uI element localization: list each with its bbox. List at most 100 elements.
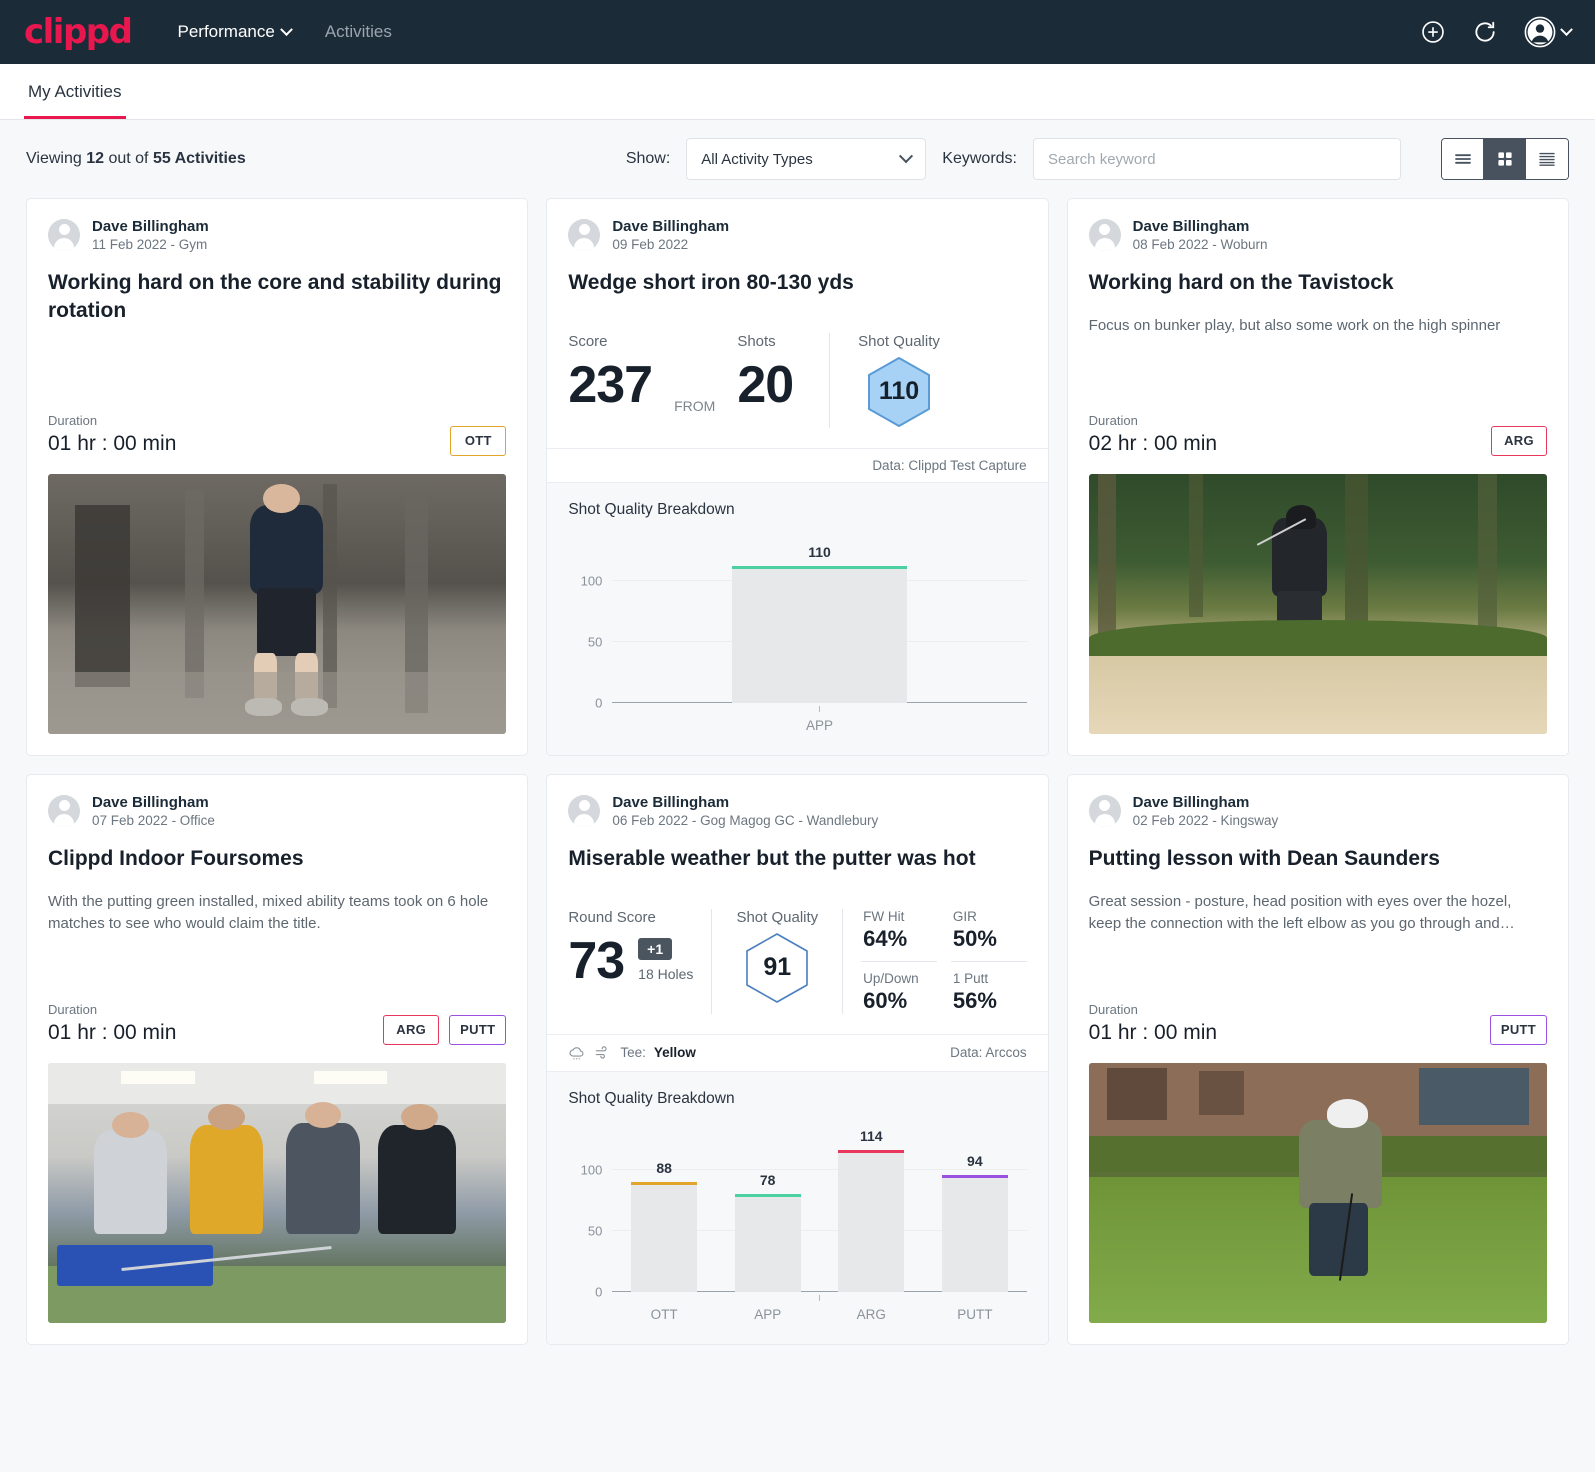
card-description: With the putting green installed, mixed … bbox=[48, 892, 489, 933]
badge-arg[interactable]: ARG bbox=[383, 1014, 440, 1045]
duration-value: 01 hr : 00 min bbox=[48, 431, 177, 455]
card-media[interactable] bbox=[48, 473, 507, 734]
shots-block: Shots 20 bbox=[737, 333, 794, 428]
search-input[interactable] bbox=[1033, 138, 1401, 180]
author-meta: 02 Feb 2022 - Kingsway bbox=[1132, 812, 1279, 828]
activity-card[interactable]: Dave Billingham 08 Feb 2022 - Woburn Wor… bbox=[1066, 198, 1569, 756]
cloud-rain-icon bbox=[569, 1047, 584, 1060]
badge-ott[interactable]: OTT bbox=[450, 425, 507, 456]
avatar bbox=[1088, 219, 1121, 251]
ytick-50: 50 bbox=[587, 1223, 603, 1239]
viewing-summary: Viewing 12 out of 55 Activities bbox=[26, 150, 246, 168]
author-name: Dave Billingham bbox=[92, 793, 209, 811]
card-footer: Tee: Yellow Data: Arccos bbox=[547, 1033, 1048, 1071]
card-author: Dave Billingham 11 Feb 2022 - Gym bbox=[48, 218, 506, 252]
account-avatar-icon bbox=[1524, 16, 1556, 48]
x-label: OTT bbox=[612, 1294, 821, 1322]
pct-value: 50% bbox=[952, 925, 997, 951]
account-menu[interactable] bbox=[1524, 16, 1573, 48]
avatar bbox=[48, 219, 80, 251]
avatar bbox=[1088, 794, 1121, 827]
x-label-text: APP bbox=[805, 717, 833, 733]
bar-cap bbox=[941, 1174, 1008, 1178]
card-header: Dave Billingham 07 Feb 2022 - Office Cli… bbox=[27, 775, 527, 936]
author-name: Dave Billingham bbox=[92, 218, 209, 235]
pct-one-putt: 1 Putt 56% bbox=[950, 960, 1027, 1014]
shot-quality-hexagon: 110 bbox=[866, 356, 932, 428]
shot-quality-hexagon: 91 bbox=[744, 932, 810, 1004]
tab-bar: My Activities bbox=[0, 64, 1595, 120]
bar-arg[interactable]: 114 bbox=[838, 1128, 905, 1292]
activity-card[interactable]: Dave Billingham 06 Feb 2022 - Gog Magog … bbox=[546, 773, 1049, 1345]
grid-view-button[interactable] bbox=[1484, 139, 1526, 179]
card-footer: Data: Clippd Test Capture bbox=[547, 447, 1048, 482]
author-meta: 08 Feb 2022 - Woburn bbox=[1132, 237, 1268, 252]
bar-putt[interactable]: 94 bbox=[941, 1153, 1008, 1292]
avatar bbox=[568, 219, 601, 251]
clippd-logo[interactable]: clippd bbox=[24, 15, 133, 49]
tab-my-activities[interactable]: My Activities bbox=[24, 82, 126, 119]
score-label: Score bbox=[568, 332, 608, 350]
shot-quality-value: 110 bbox=[878, 377, 920, 406]
pct-label: Up/Down bbox=[863, 970, 919, 986]
nav-item-activities[interactable]: Activities bbox=[325, 22, 392, 42]
putting-lesson-photo bbox=[1088, 1062, 1547, 1323]
bar-app[interactable]: 78 bbox=[734, 1172, 801, 1292]
card-header: Dave Billingham 08 Feb 2022 - Woburn Wor… bbox=[1068, 199, 1568, 337]
badge-list: ARG bbox=[1491, 425, 1547, 456]
card-media[interactable] bbox=[1088, 1062, 1547, 1323]
filter-controls: Show: All Activity Types Keywords: bbox=[626, 138, 1569, 180]
viewing-count: 12 bbox=[86, 150, 104, 167]
activities-grid: Dave Billingham 11 Feb 2022 - Gym Workin… bbox=[0, 198, 1595, 1345]
author-name: Dave Billingham bbox=[1132, 218, 1250, 235]
pct-up-down: Up/Down 60% bbox=[861, 960, 937, 1014]
pct-fw-hit: FW Hit 64% bbox=[861, 909, 937, 952]
x-label: PUTT bbox=[819, 1294, 1027, 1322]
shot-quality-block: Shot Quality 91 bbox=[730, 909, 824, 1014]
refresh-icon[interactable] bbox=[1472, 19, 1498, 45]
badge-list: OTT bbox=[450, 425, 507, 456]
nav-item-performance[interactable]: Performance bbox=[177, 22, 293, 42]
chart-title: Shot Quality Breakdown bbox=[568, 500, 735, 518]
card-media[interactable] bbox=[48, 1062, 507, 1323]
detail-view-button[interactable] bbox=[1526, 139, 1568, 179]
card-header: Dave Billingham 06 Feb 2022 - Gog Magog … bbox=[547, 775, 1047, 873]
activity-card[interactable]: Dave Billingham 11 Feb 2022 - Gym Workin… bbox=[26, 198, 529, 756]
chart-plot: 100 50 0 110 bbox=[581, 544, 1027, 710]
list-view-button[interactable] bbox=[1442, 139, 1484, 179]
divider bbox=[711, 908, 713, 1014]
chart-x-labels: OTT APP ARG PUTT bbox=[612, 1294, 1027, 1322]
duration-value: 01 hr : 00 min bbox=[48, 1020, 177, 1044]
card-author: Dave Billingham 08 Feb 2022 - Woburn bbox=[1088, 218, 1547, 252]
bar-app[interactable]: 110 bbox=[732, 544, 907, 703]
badge-putt[interactable]: PUTT bbox=[1489, 1014, 1547, 1045]
duration-value: 02 hr : 00 min bbox=[1088, 431, 1218, 455]
badge-putt[interactable]: PUTT bbox=[449, 1014, 507, 1045]
bar-ott[interactable]: 88 bbox=[630, 1160, 698, 1292]
activity-type-select[interactable]: All Activity Types bbox=[686, 138, 927, 180]
x-label-text: APP bbox=[754, 1306, 782, 1322]
author-meta: 09 Feb 2022 bbox=[612, 237, 689, 252]
bar-cap bbox=[630, 1181, 698, 1185]
card-media[interactable] bbox=[1088, 473, 1547, 734]
indoor-foursomes-photo bbox=[48, 1062, 507, 1323]
pct-label: FW Hit bbox=[863, 908, 905, 924]
badge-arg[interactable]: ARG bbox=[1491, 425, 1547, 456]
card-author: Dave Billingham 07 Feb 2022 - Office bbox=[48, 794, 506, 828]
ytick-0: 0 bbox=[595, 695, 603, 711]
x-tick bbox=[819, 705, 821, 712]
bar-value: 94 bbox=[967, 1152, 983, 1169]
card-title: Working hard on the Tavistock bbox=[1088, 271, 1394, 294]
activity-card[interactable]: Dave Billingham 09 Feb 2022 Wedge short … bbox=[546, 198, 1049, 756]
card-author: Dave Billingham 02 Feb 2022 - Kingsway bbox=[1088, 794, 1547, 828]
activity-card[interactable]: Dave Billingham 02 Feb 2022 - Kingsway P… bbox=[1066, 773, 1569, 1345]
shot-quality-value: 91 bbox=[763, 953, 792, 982]
activity-card[interactable]: Dave Billingham 07 Feb 2022 - Office Cli… bbox=[26, 773, 529, 1345]
chart-area: 100 50 0 110 APP bbox=[568, 523, 1027, 741]
author-meta: 07 Feb 2022 - Office bbox=[92, 812, 215, 828]
to-par-badge: +1 bbox=[638, 938, 673, 961]
round-percentages: FW Hit 64% GIR 50% Up/Down 60% 1 Putt 56… bbox=[861, 909, 1027, 1014]
add-circle-icon[interactable] bbox=[1420, 19, 1446, 45]
bar-column: 114 bbox=[819, 1128, 923, 1292]
